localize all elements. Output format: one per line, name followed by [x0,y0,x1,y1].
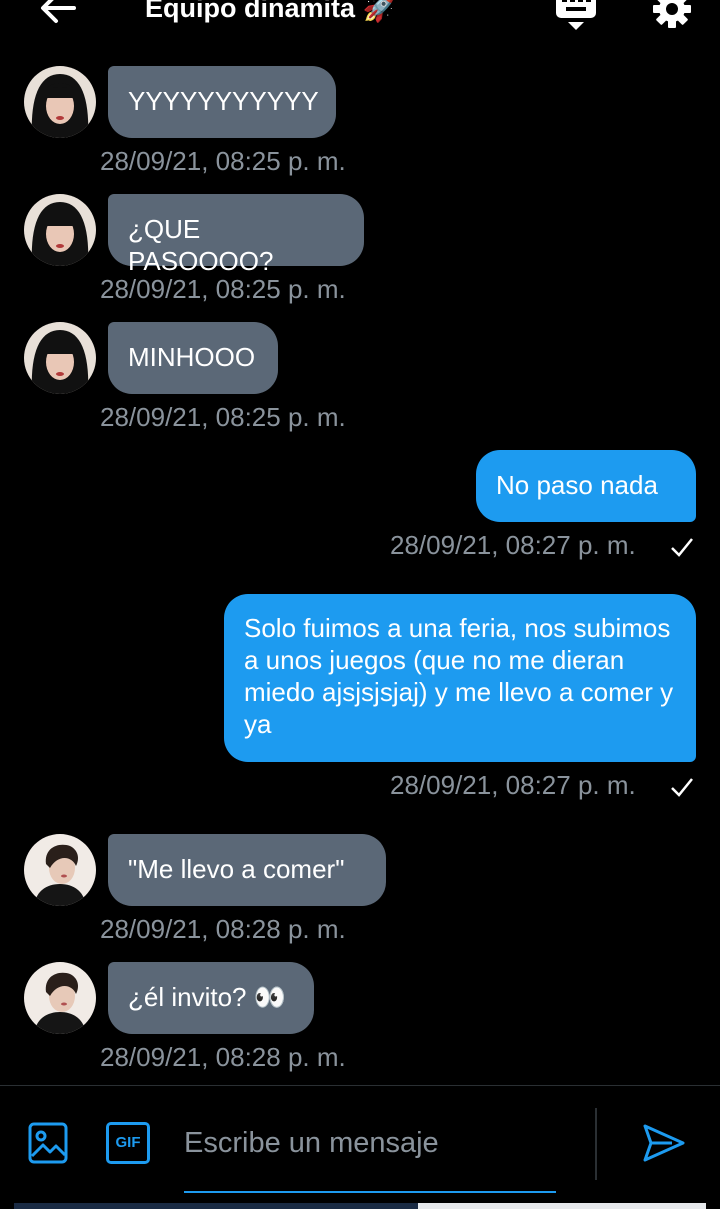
chat-header: Equipo dinamita 🚀 [0,0,720,36]
sent-check-icon [671,538,693,557]
avatar-boy[interactable] [24,834,96,906]
message-bubble[interactable]: ¿él invito? 👀 [108,962,314,1034]
image-icon[interactable] [28,1122,68,1164]
message-input[interactable]: Escribe un mensaje [184,1115,556,1193]
avatar-girl[interactable] [24,322,96,394]
keyboard-icon[interactable] [554,0,598,32]
message-bubble-sent[interactable]: Solo fuimos a una feria, nos subimos a u… [224,594,696,762]
composer-separator [595,1108,597,1180]
avatar-girl[interactable] [24,194,96,266]
send-icon[interactable] [642,1122,686,1164]
message-text: Solo fuimos a una feria, nos subimos a u… [244,613,674,739]
message-timestamp: 28/09/21, 08:27 p. m. [390,770,636,800]
composer-divider [0,1085,720,1086]
message-bubble[interactable]: "Me llevo a comer" [108,834,386,906]
message-timestamp: 28/09/21, 08:28 p. m. [100,1042,346,1072]
bottom-overlay-strip [14,1203,706,1209]
message-bubble-sent[interactable]: No paso nada [476,450,696,522]
gif-button[interactable]: GIF [106,1122,150,1164]
message-timestamp: 28/09/21, 08:25 p. m. [100,402,346,432]
conversation-title[interactable]: Equipo dinamita 🚀 [145,0,396,24]
message-text: "Me llevo a comer" [128,854,345,884]
avatar-girl[interactable] [24,66,96,138]
message-timestamp: 28/09/21, 08:25 p. m. [100,274,346,304]
message-input-placeholder: Escribe un mensaje [184,1127,439,1159]
message-bubble[interactable]: MINHOOO [108,322,278,394]
avatar-boy[interactable] [24,962,96,1034]
message-bubble[interactable]: ¿QUE PASOOOO? [108,194,364,276]
message-timestamp: 28/09/21, 08:25 p. m. [100,146,346,176]
gif-label: GIF [115,1134,141,1151]
message-text: MINHOOO [128,342,256,372]
back-arrow-icon[interactable] [38,0,78,26]
message-text: No paso nada [496,470,658,500]
message-bubble[interactable]: YYYYYYYYYYY [108,66,336,138]
sent-check-icon [671,778,693,797]
message-text: ¿QUE PASOOOO? [128,214,274,276]
bottom-overlay-light [418,1203,706,1209]
settings-gear-icon[interactable] [651,0,693,30]
message-timestamp: 28/09/21, 08:28 p. m. [100,914,346,944]
message-text: ¿él invito? 👀 [128,982,287,1012]
message-text: YYYYYYYYYYY [128,86,319,116]
message-timestamp: 28/09/21, 08:27 p. m. [390,530,636,560]
